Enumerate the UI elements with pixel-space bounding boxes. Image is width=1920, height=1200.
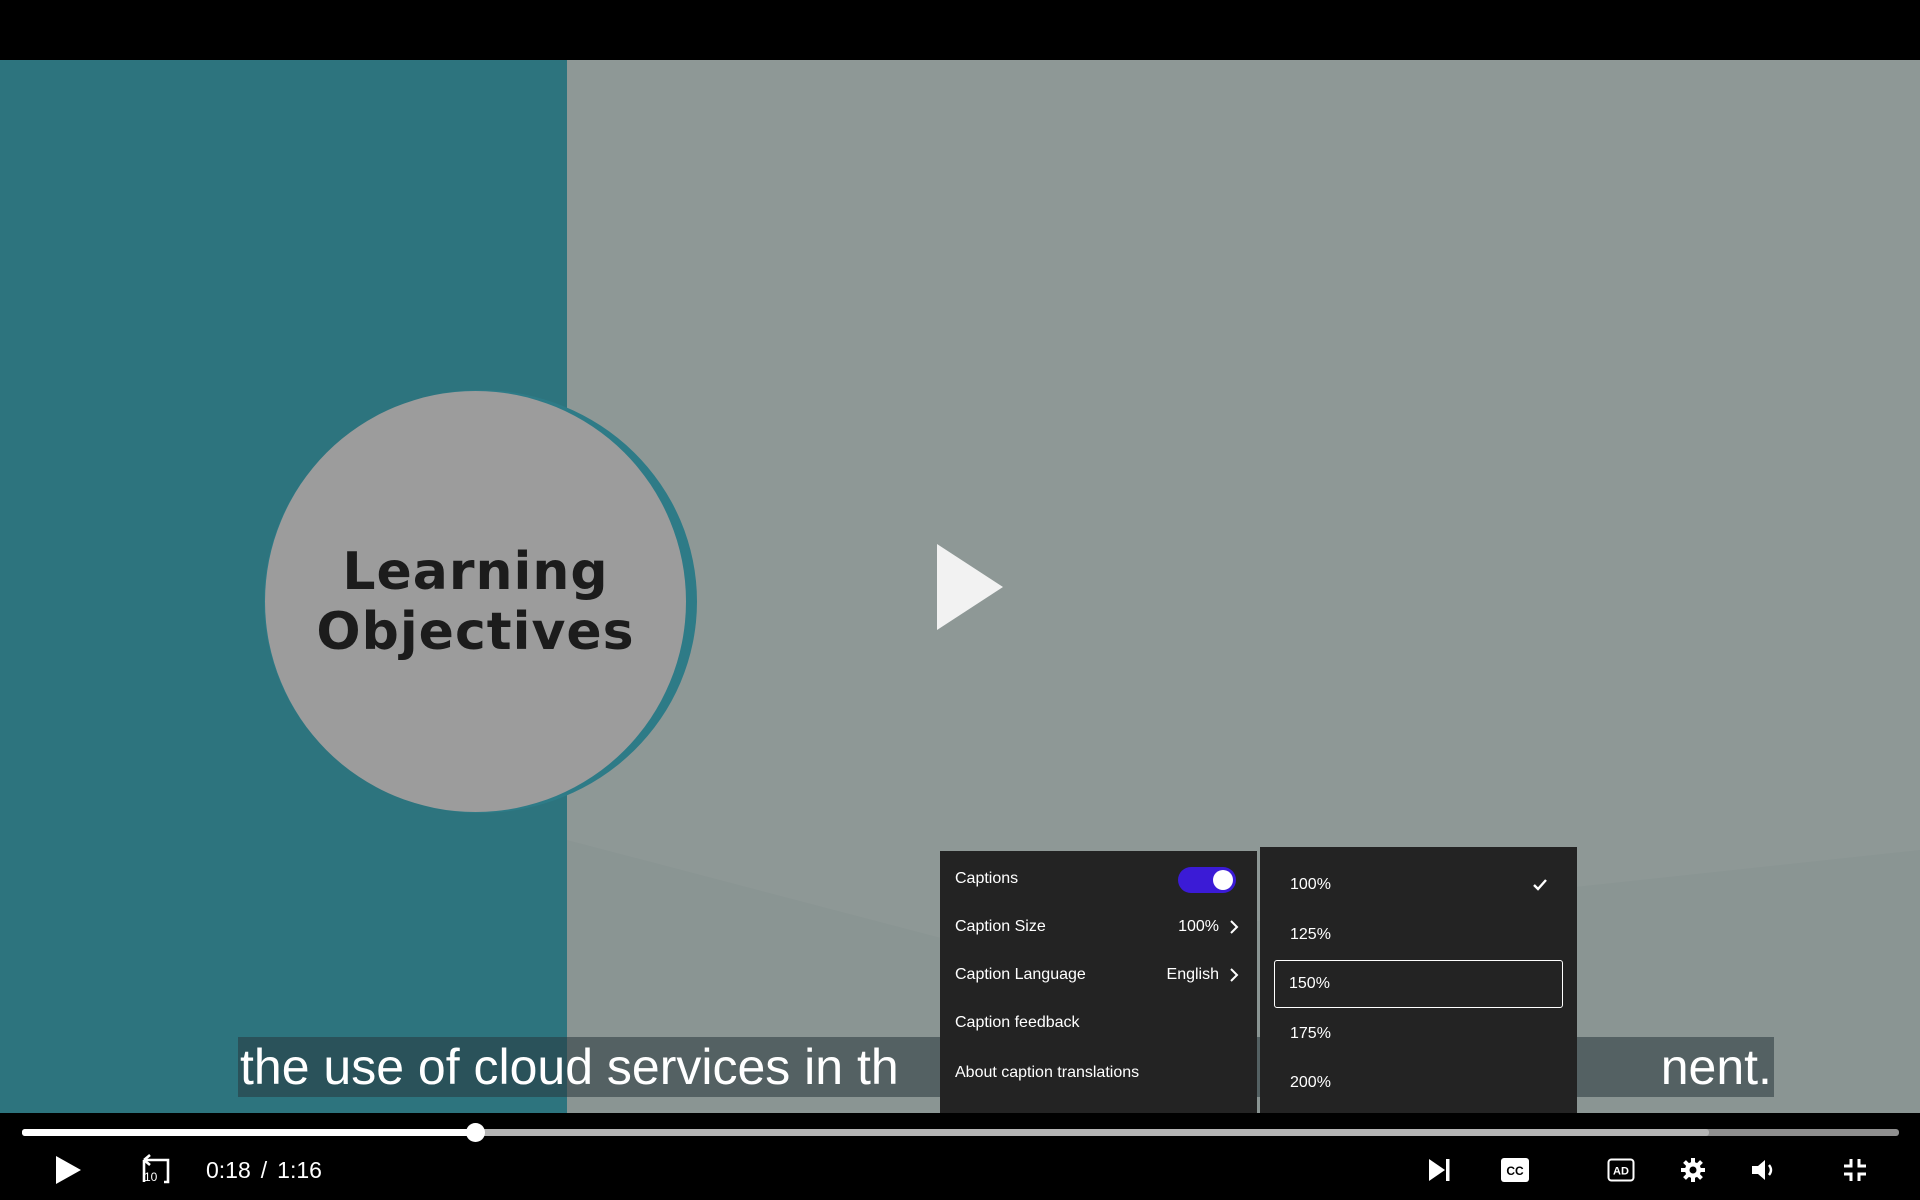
caption-feedback-item[interactable]: Caption feedback <box>940 1000 1257 1046</box>
caption-size-row[interactable]: Caption Size 100% <box>940 904 1257 950</box>
caption-feedback-label: Caption feedback <box>955 1014 1080 1031</box>
time-display: 0:18 / 1:16 <box>206 1157 322 1184</box>
size-option-label: 100% <box>1290 876 1331 893</box>
toggle-knob <box>1213 870 1233 890</box>
progress-played <box>22 1129 476 1136</box>
slide-circle: Learning Objectives <box>265 391 686 812</box>
captions-toggle[interactable] <box>1178 867 1236 893</box>
slide-title: Learning Objectives <box>316 541 635 662</box>
rewind-10-button[interactable]: 10 <box>136 1150 176 1190</box>
size-option-label: 200% <box>1290 1074 1331 1091</box>
captions-toggle-row[interactable]: Captions <box>940 856 1257 902</box>
next-button[interactable] <box>1419 1150 1459 1190</box>
player-control-bar: 10 0:18 / 1:16 CC AD <box>0 1113 1920 1200</box>
progress-scrubber[interactable] <box>466 1123 485 1142</box>
duration: 1:16 <box>277 1157 322 1183</box>
caption-settings-menu: Captions Caption Size 100% Caption Langu… <box>940 851 1257 1123</box>
next-icon <box>1429 1159 1450 1181</box>
audio-description-button[interactable]: AD <box>1601 1150 1641 1190</box>
size-option-175[interactable]: 175% <box>1274 1010 1563 1058</box>
svg-text:AD: AD <box>1613 1166 1629 1178</box>
caption-size-submenu: 100% 125% 150% 175% 200% <box>1260 847 1577 1122</box>
play-button[interactable] <box>48 1150 88 1190</box>
closed-captions-icon: CC <box>1501 1158 1529 1182</box>
time-separator: / <box>260 1157 268 1183</box>
volume-icon <box>1752 1160 1773 1180</box>
caption-size-value: 100% <box>1178 918 1219 935</box>
captions-label: Captions <box>955 870 1019 887</box>
about-caption-translations-label: About caption translations <box>955 1064 1140 1081</box>
caption-language-label: Caption Language <box>955 966 1086 983</box>
audio-description-icon: AD <box>1607 1158 1635 1182</box>
exit-fullscreen-button[interactable] <box>1835 1150 1875 1190</box>
settings-icon <box>1681 1158 1705 1182</box>
chevron-right-icon <box>1230 920 1239 934</box>
size-option-125[interactable]: 125% <box>1274 911 1563 959</box>
check-icon <box>1533 879 1547 891</box>
exit-fullscreen-icon <box>1844 1159 1866 1181</box>
top-black-bar <box>0 0 1920 60</box>
caption-text-right: nent. <box>1660 1039 1772 1095</box>
size-option-200[interactable]: 200% <box>1274 1059 1563 1107</box>
center-play-icon[interactable] <box>935 544 1005 630</box>
rewind-seconds-label: 10 <box>144 1170 158 1184</box>
play-icon <box>56 1156 81 1184</box>
caption-size-label: Caption Size <box>955 918 1046 935</box>
size-option-label: 175% <box>1290 1025 1331 1042</box>
size-option-100[interactable]: 100% <box>1274 861 1563 909</box>
closed-captions-button[interactable]: CC <box>1495 1150 1535 1190</box>
current-time: 0:18 <box>206 1157 251 1183</box>
caption-language-value: English <box>1166 966 1219 983</box>
about-caption-translations-item[interactable]: About caption translations <box>940 1050 1257 1096</box>
caption-language-row[interactable]: Caption Language English <box>940 952 1257 998</box>
svg-text:CC: CC <box>1506 1164 1524 1178</box>
chevron-right-icon <box>1230 968 1239 982</box>
settings-button[interactable] <box>1673 1150 1713 1190</box>
size-option-label: 150% <box>1289 975 1330 992</box>
size-option-label: 125% <box>1290 926 1331 943</box>
size-option-150[interactable]: 150% <box>1274 960 1563 1008</box>
caption-text-left: the use of cloud services in th <box>240 1039 899 1095</box>
volume-button[interactable] <box>1744 1150 1784 1190</box>
